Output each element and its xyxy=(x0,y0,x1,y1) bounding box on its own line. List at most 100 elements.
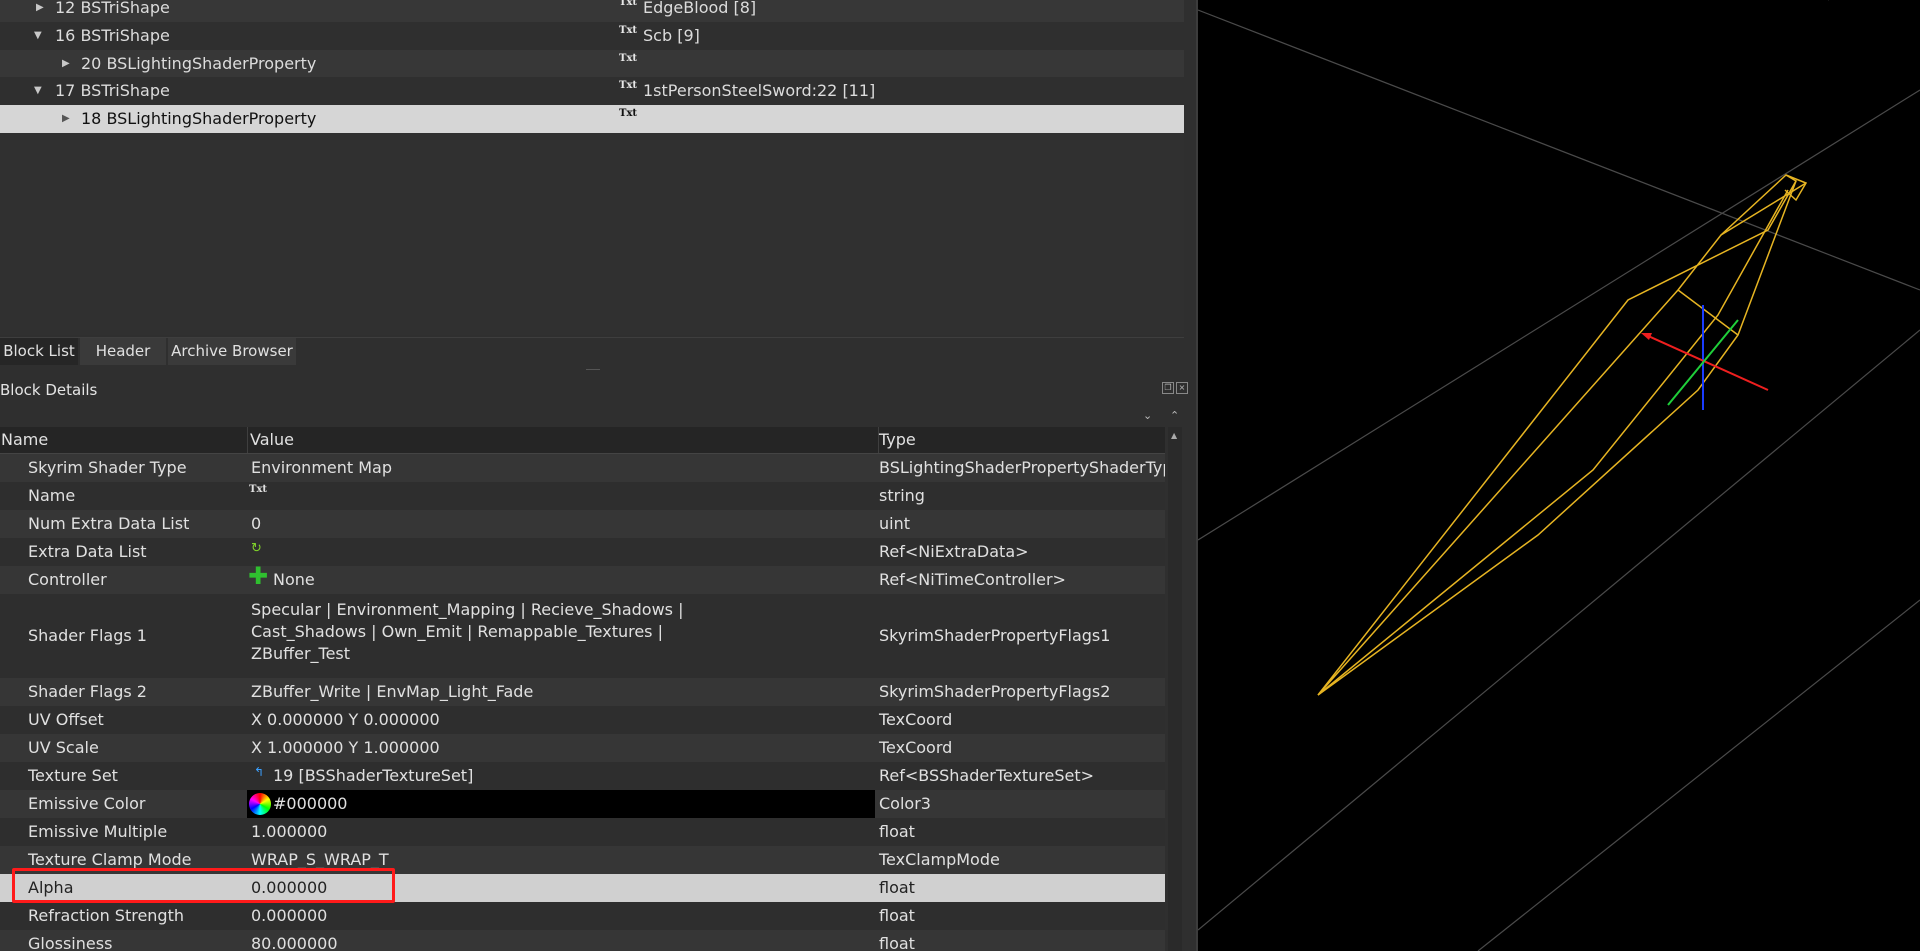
row-type: Ref<BSShaderTextureSet> xyxy=(879,766,1095,785)
string-icon: Txt xyxy=(249,484,268,495)
row-name: Shader Flags 2 xyxy=(28,682,147,701)
details-scrollbar[interactable]: ▲ xyxy=(1168,427,1182,951)
sword-wireframe xyxy=(1317,174,1808,696)
row-name: UV Scale xyxy=(28,738,99,757)
string-icon: Txt xyxy=(619,53,638,64)
table-row[interactable]: Glossiness 80.000000 float xyxy=(0,930,1165,951)
row-type: TexCoord xyxy=(879,738,953,757)
expand-arrow-icon[interactable]: ▶ xyxy=(62,105,70,133)
color-wheel-icon[interactable] xyxy=(249,793,271,815)
table-row[interactable]: Name Txt string xyxy=(0,482,1165,510)
tab-header[interactable]: Header xyxy=(80,338,166,365)
row-value: #000000 xyxy=(273,794,348,813)
table-row[interactable]: Num Extra Data List 0 uint xyxy=(0,510,1165,538)
row-name: Skyrim Shader Type xyxy=(28,458,187,477)
row-value[interactable]: None xyxy=(273,566,315,594)
table-row[interactable]: UV Offset X 0.000000 Y 0.000000 TexCoord xyxy=(0,706,1165,734)
row-type: TexCoord xyxy=(879,710,953,729)
collapse-arrow-icon[interactable]: ▼ xyxy=(34,77,42,105)
table-row[interactable]: Refraction Strength 0.000000 float xyxy=(0,902,1165,930)
close-dock-icon[interactable]: × xyxy=(1176,382,1188,394)
table-row[interactable]: Shader Flags 1 Specular | Environment_Ma… xyxy=(0,594,1165,678)
annotation-highlight-box xyxy=(12,868,395,903)
dock-splitter-handle[interactable] xyxy=(586,369,600,372)
tree-row[interactable]: ▼ 16 BSTriShape Txt Scb [9] xyxy=(0,22,1184,50)
row-value-line: Cast_Shadows | Own_Emit | Remappable_Tex… xyxy=(251,622,663,641)
column-header-type[interactable]: Type xyxy=(877,427,1165,453)
string-icon: Txt xyxy=(619,108,638,119)
row-type: SkyrimShaderPropertyFlags1 xyxy=(879,626,1111,645)
table-row[interactable]: Skyrim Shader Type Environment Map BSLig… xyxy=(0,454,1165,482)
table-row[interactable]: Texture Set ↰ 19 [BSShaderTextureSet] Re… xyxy=(0,762,1165,790)
row-type: float xyxy=(879,934,915,951)
tree-row-value: 1stPersonSteelSword:22 [11] xyxy=(643,81,876,100)
row-type: Ref<NiExtraData> xyxy=(879,542,1029,561)
table-row[interactable]: Extra Data List ↻ Ref<NiExtraData> xyxy=(0,538,1165,566)
row-name: UV Offset xyxy=(28,710,104,729)
row-value[interactable]: 0 xyxy=(251,510,261,538)
row-name: Extra Data List xyxy=(28,542,147,561)
block-details-title: Block Details xyxy=(0,381,98,399)
tab-bar: Block List Header Archive Browser xyxy=(0,337,1184,366)
row-name: Emissive Color xyxy=(28,794,146,813)
row-value[interactable]: ZBuffer_Write | EnvMap_Light_Fade xyxy=(251,678,533,706)
transform-gizmo[interactable] xyxy=(1641,305,1769,410)
scroll-up-arrow-icon[interactable]: ▲ xyxy=(1171,431,1177,440)
row-type: TexClampMode xyxy=(879,850,1000,869)
block-tree: ▶ 12 BSTriShape Txt EdgeBlood [8] ▼ 16 B… xyxy=(0,0,1184,335)
tree-row-label: 12 BSTriShape xyxy=(55,0,170,17)
expand-arrow-icon[interactable]: ▶ xyxy=(36,0,44,22)
tree-row[interactable]: ▶ 20 BSLightingShaderProperty Txt xyxy=(0,50,1184,78)
float-dock-icon[interactable]: ❐ xyxy=(1162,382,1174,394)
row-type: string xyxy=(879,486,925,505)
row-type: BSLightingShaderPropertyShaderType xyxy=(879,458,1165,477)
tab-block-list[interactable]: Block List xyxy=(0,338,78,365)
row-value[interactable]: Environment Map xyxy=(251,454,392,482)
tree-row[interactable]: ▼ 17 BSTriShape Txt 1stPersonSteelSword:… xyxy=(0,77,1184,105)
tab-archive-browser[interactable]: Archive Browser xyxy=(168,338,296,365)
table-row[interactable]: Emissive Color #000000 Color3 xyxy=(0,790,1165,818)
row-name: Texture Set xyxy=(28,766,118,785)
tree-row-label: 18 BSLightingShaderProperty xyxy=(81,109,317,128)
row-type: float xyxy=(879,878,915,897)
row-value[interactable]: X 0.000000 Y 0.000000 xyxy=(251,706,440,734)
tree-row-selected[interactable]: ▶ 18 BSLightingShaderProperty Txt xyxy=(0,105,1184,133)
row-type: Ref<NiTimeController> xyxy=(879,570,1066,589)
color-swatch-field[interactable]: #000000 xyxy=(247,790,875,818)
column-header-name[interactable]: Name xyxy=(0,427,248,453)
tree-row-value: Scb [9] xyxy=(643,26,700,45)
table-row[interactable]: Emissive Multiple 1.000000 float xyxy=(0,818,1165,846)
row-name: Name xyxy=(28,486,76,505)
row-value-line: ZBuffer_Test xyxy=(251,644,351,663)
row-type: Color3 xyxy=(879,794,931,813)
left-pane: ▶ 12 BSTriShape Txt EdgeBlood [8] ▼ 16 B… xyxy=(0,0,1196,951)
row-value[interactable]: 1.000000 xyxy=(251,818,327,846)
expand-arrow-icon[interactable]: ▶ xyxy=(62,50,70,78)
row-value[interactable]: 0.000000 xyxy=(251,902,327,930)
tree-row-label: 20 BSLightingShaderProperty xyxy=(81,54,317,73)
table-header: Name Value Type xyxy=(0,427,1165,454)
row-name: Emissive Multiple xyxy=(28,822,168,841)
collapse-arrow-icon[interactable]: ▼ xyxy=(34,22,42,50)
tree-row-label: 17 BSTriShape xyxy=(55,81,170,100)
table-row[interactable]: Shader Flags 2 ZBuffer_Write | EnvMap_Li… xyxy=(0,678,1165,706)
link-arrow-icon[interactable]: ↰ xyxy=(254,758,264,786)
ground-grid xyxy=(1198,0,1920,951)
tree-row-value: EdgeBlood [8] xyxy=(643,0,757,17)
plus-icon[interactable]: ✚ xyxy=(248,562,268,590)
row-value[interactable]: Specular | Environment_Mapping | Recieve… xyxy=(251,599,683,665)
3d-viewport[interactable] xyxy=(1198,0,1920,951)
column-header-value[interactable]: Value xyxy=(247,427,879,453)
row-type: float xyxy=(879,906,915,925)
table-row[interactable]: UV Scale X 1.000000 Y 1.000000 TexCoord xyxy=(0,734,1165,762)
refresh-link-icon[interactable]: ↻ xyxy=(251,535,262,563)
row-name: Glossiness xyxy=(28,934,113,951)
row-value[interactable]: X 1.000000 Y 1.000000 xyxy=(251,734,440,762)
row-name: Num Extra Data List xyxy=(28,514,190,533)
scroll-down-icon[interactable]: ⌄ xyxy=(1143,409,1152,422)
row-value[interactable]: 80.000000 xyxy=(251,930,338,951)
table-row[interactable]: Controller ✚ None Ref<NiTimeController> xyxy=(0,562,1165,594)
scroll-up-icon[interactable]: ⌃ xyxy=(1170,409,1179,422)
tree-row[interactable]: ▶ 12 BSTriShape Txt EdgeBlood [8] xyxy=(0,0,1184,22)
row-value[interactable]: 19 [BSShaderTextureSet] xyxy=(273,762,473,790)
